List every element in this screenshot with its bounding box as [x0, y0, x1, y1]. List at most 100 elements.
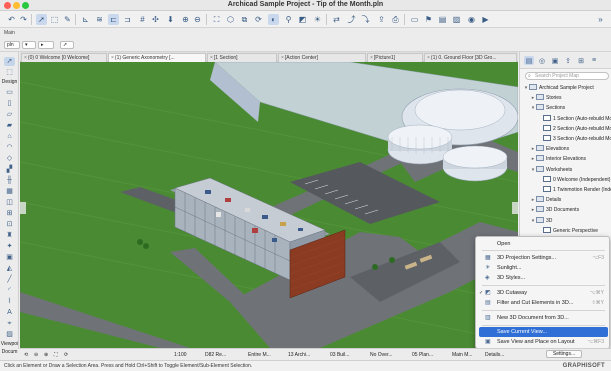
menu-item-filter-cut-elements[interactable]: ▤ Filter and Cut Elements in 3D... ⇧⌘Y: [479, 298, 608, 308]
skylight-tool-icon[interactable]: ⊡: [4, 220, 15, 229]
arc-tool-icon[interactable]: ◜: [4, 286, 15, 295]
explore-icon[interactable]: ⚲: [283, 14, 294, 25]
shell-tool-icon[interactable]: ◠: [4, 143, 15, 152]
mesh-tool-icon[interactable]: ◭: [4, 264, 15, 273]
tree-item[interactable]: ▸ Stories: [520, 93, 611, 103]
flag-icon[interactable]: ⚑: [423, 14, 434, 25]
wall-tool-icon[interactable]: ▭: [4, 88, 15, 97]
more-tools-icon[interactable]: »: [595, 14, 606, 25]
layout-icon[interactable]: ▤: [437, 14, 448, 25]
tab-close-icon[interactable]: ×: [370, 55, 373, 61]
settings-button[interactable]: Settings...: [546, 350, 582, 358]
zoom-out-icon[interactable]: ⊖: [192, 14, 203, 25]
polyline-tool-icon[interactable]: ⌇: [4, 297, 15, 306]
undo-zoom-icon[interactable]: ⟲: [24, 351, 28, 359]
model-view-options-selector[interactable]: 03 Buil...: [330, 351, 349, 359]
pointer-field[interactable]: ▸: [38, 41, 54, 49]
tab-picture1[interactable]: ×[Picture1]: [367, 53, 423, 62]
renovation-filter-selector[interactable]: 05 Plan...: [412, 351, 433, 359]
pen-set-selector[interactable]: 13 Archi...: [288, 351, 310, 359]
tab-close-icon[interactable]: ×: [210, 55, 213, 61]
undo-icon[interactable]: ↶: [6, 14, 17, 25]
railing-tool-icon[interactable]: ╫: [4, 176, 15, 185]
tree-item[interactable]: ▾ 3D: [520, 216, 611, 226]
orbit-icon[interactable]: ⟳: [253, 14, 264, 25]
dimension-standard-selector[interactable]: Details...: [485, 351, 504, 359]
3d-view-mode-icon[interactable]: ◐: [268, 14, 279, 25]
arrow-select-icon[interactable]: ➚: [36, 14, 47, 25]
fit-window-icon[interactable]: ⛶: [211, 14, 222, 25]
tree-item[interactable]: 2 Section (Auto-rebuild Mod: [520, 124, 611, 134]
gravity-icon[interactable]: ⬇: [165, 14, 176, 25]
3d-cube-icon[interactable]: ⬡: [225, 14, 236, 25]
scale-selector[interactable]: 1:100: [174, 351, 187, 359]
tree-item[interactable]: ▸ Details: [520, 195, 611, 205]
tree-item[interactable]: 1 Twinmotion Render (Indep: [520, 185, 611, 195]
zoom-in-bottom-icon[interactable]: ⊕: [44, 351, 48, 359]
snap-icon[interactable]: ⊐: [122, 14, 133, 25]
print-icon[interactable]: ⎙: [390, 14, 401, 25]
view-settings-icon[interactable]: ▾: [22, 41, 36, 49]
teamwork-icon[interactable]: ⇄: [331, 14, 342, 25]
tab-generic-axonometry[interactable]: ×(1) Generic Axonometry [...: [108, 53, 206, 62]
tree-item[interactable]: 0 Welcome (Independent): [520, 175, 611, 185]
publisher-sets-icon[interactable]: ⇪: [563, 56, 573, 65]
eyedropper-icon[interactable]: ✎: [62, 14, 73, 25]
grid-icon[interactable]: #: [137, 14, 148, 25]
slab-tool-icon[interactable]: ▰: [4, 121, 15, 130]
send-icon[interactable]: ⤴: [346, 14, 357, 25]
zoom-out-bottom-icon[interactable]: ⊖: [34, 351, 38, 359]
door-tool-icon[interactable]: ◫: [4, 198, 15, 207]
layout-book-icon[interactable]: ▣: [550, 56, 560, 65]
menu-item-3d-projection-settings[interactable]: ▦ 3D Projection Settings... ⌥F3: [479, 253, 608, 263]
tab-1-section[interactable]: ×[1 Section]: [207, 53, 277, 62]
tab-ground-floor-3d[interactable]: ×(1) 0. Ground Floor [3D Gro...: [424, 53, 517, 62]
tree-item[interactable]: 3 Section (Auto-rebuild Mod: [520, 134, 611, 144]
dimension-icon[interactable]: ⊾: [80, 14, 91, 25]
label-tool-icon[interactable]: ⌖: [4, 319, 15, 328]
window-tool-icon[interactable]: ⊞: [4, 209, 15, 218]
morph-tool-icon[interactable]: ◇: [4, 154, 15, 163]
marquee-tool-icon[interactable]: ⬚: [4, 68, 15, 77]
structural-display-selector[interactable]: Main M...: [452, 351, 473, 359]
fit-bottom-icon[interactable]: ⛶: [54, 351, 58, 359]
organizer-icon[interactable]: ⊞: [576, 56, 586, 65]
tab-0-welcome[interactable]: ×(0) 0 Welcome [0 Welcome]: [21, 53, 107, 62]
lamp-tool-icon[interactable]: ✦: [4, 242, 15, 251]
tree-item[interactable]: ▾ Worksheets: [520, 165, 611, 175]
roof-tool-icon[interactable]: ⌂: [4, 132, 15, 141]
guide-lines-icon[interactable]: ⊏: [108, 14, 119, 25]
redo-icon[interactable]: ↷: [18, 14, 29, 25]
text-tool-icon[interactable]: A: [4, 308, 15, 317]
tab-close-icon[interactable]: ×: [427, 55, 430, 61]
arrow-tool-icon[interactable]: ➚: [4, 57, 15, 66]
3d-axonometric-scene[interactable]: [20, 62, 518, 348]
cutaway-icon[interactable]: ◩: [297, 14, 308, 25]
marquee-icon[interactable]: ⬚: [49, 14, 60, 25]
cursor-snap-icon[interactable]: ✣: [150, 14, 161, 25]
menu-item-3d-cutaway[interactable]: ✓ ◩ 3D Cutaway ⌥⌘Y: [479, 288, 608, 298]
fill-tool-icon[interactable]: ▨: [4, 330, 15, 339]
zoom-in-icon[interactable]: ⊕: [180, 14, 191, 25]
layer-icon[interactable]: ≋: [94, 14, 105, 25]
tab-close-icon[interactable]: ×: [24, 55, 27, 61]
publish-icon[interactable]: ⇪: [376, 14, 387, 25]
tab-close-icon[interactable]: ×: [111, 55, 114, 61]
tree-item[interactable]: ▸ 3D Documents: [520, 205, 611, 215]
image-icon[interactable]: ▨: [451, 14, 462, 25]
tab-action-center[interactable]: ×[Action Center]: [278, 53, 366, 62]
section-icon[interactable]: ⧉: [239, 14, 250, 25]
select-arrow-icon[interactable]: ➚: [60, 41, 74, 49]
menu-item-open[interactable]: Open: [479, 239, 608, 249]
tree-item[interactable]: Generic Perspective: [520, 226, 611, 236]
project-map-icon[interactable]: ▤: [524, 56, 534, 65]
tab-close-icon[interactable]: ×: [281, 55, 284, 61]
sun-icon[interactable]: ☀: [312, 14, 323, 25]
tree-item[interactable]: ▸ Interior Elevations: [520, 154, 611, 164]
navigator-menu-icon[interactable]: ≡: [589, 56, 599, 65]
object-tool-icon[interactable]: ♜: [4, 231, 15, 240]
menu-item-sunlight[interactable]: ☀ Sunlight...: [479, 263, 608, 273]
menu-item-new-3d-document[interactable]: ▥ New 3D Document from 3D...: [479, 313, 608, 323]
render-icon[interactable]: ◉: [466, 14, 477, 25]
beam-tool-icon[interactable]: ▱: [4, 110, 15, 119]
